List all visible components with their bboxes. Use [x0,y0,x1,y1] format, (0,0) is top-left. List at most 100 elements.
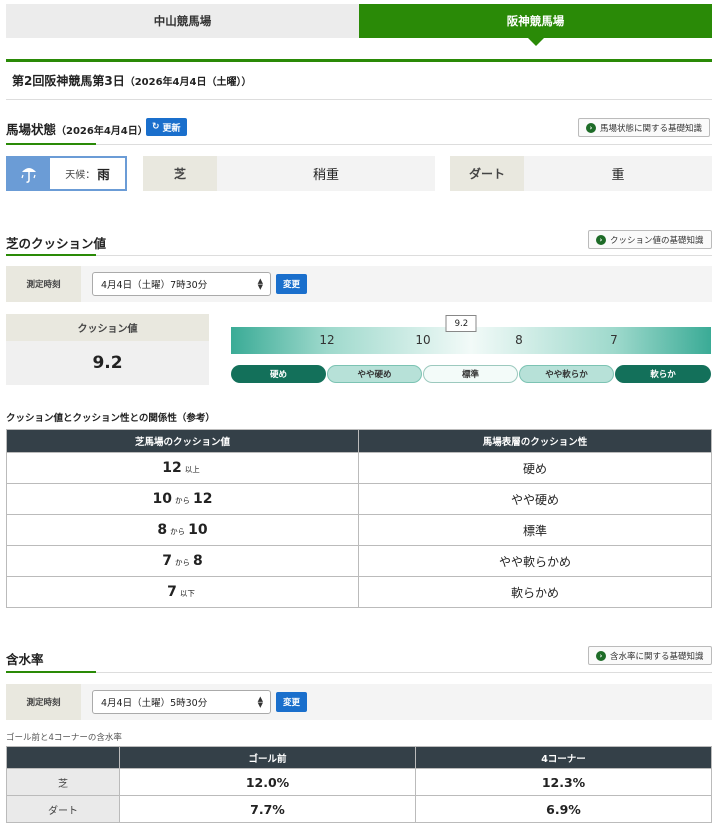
moisture-corner-cell: 6.9% [415,795,712,823]
table-row: 7 から 8 やや軟らかめ [6,545,712,577]
measure-time-label: 測定時刻 [6,684,81,720]
row-label-turf: 芝 [6,768,120,796]
chevron-right-icon: › [596,234,606,245]
section-underline [6,254,96,256]
cushion-range-cell: 7 から 8 [6,545,359,577]
range-sep: から [170,527,186,536]
section-underline [6,671,96,673]
cushion-change-button[interactable]: 変更 [276,274,308,294]
refresh-button[interactable]: ↻ 更新 [146,118,187,136]
table-header: 馬場表層のクッション性 [358,429,712,453]
moisture-table: ゴール前 4コーナー 芝 12.0% 12.3% ダート 7.7% 6.9% [6,746,712,823]
cushion-title: 芝のクッション値 [6,236,107,251]
reference-title: クッション値とクッション性との関係性（参考） [6,413,215,424]
cushion-knowledge-button[interactable]: › クッション値の基礎知識 [588,230,712,249]
dirt-condition-value: 重 [524,156,712,191]
dirt-label: ダート [450,156,524,191]
weather-text: 天候：雨 [50,158,125,189]
range-b: 10 [188,522,208,538]
range-a: 12 [162,460,182,476]
table-row: ダート 7.7% 6.9% [6,795,712,823]
category-pill-hard: 硬め [231,365,326,383]
cushion-property-cell: やや硬め [358,483,712,515]
cushion-value-box: クッション値 9.2 [6,314,209,385]
divider [6,144,712,145]
rain-icon [8,158,50,189]
range-b: 12 [193,491,213,507]
row-label-dirt: ダート [6,795,120,823]
refresh-icon: ↻ [152,122,160,132]
measure-time-label: 測定時刻 [6,266,81,302]
moisture-goal-cell: 7.7% [119,795,416,823]
scale-tick: 8 [515,333,523,347]
range-sep: から [175,496,190,505]
divider [6,99,712,100]
range-a: 7 [167,584,177,600]
table-row: 10 から 12 やや硬め [6,483,712,515]
scale-tick: 7 [610,333,618,347]
chevron-right-icon: › [596,650,606,661]
moisture-goal-cell: 12.0% [119,768,416,796]
cushion-knowledge-label: クッション値の基礎知識 [610,235,704,246]
cushion-time-value: 4月4日（土曜）7時30分 [101,280,208,291]
table-header: 4コーナー [415,746,712,769]
chevron-right-icon: › [586,122,596,133]
range-a: 7 [162,553,172,569]
table-row: 12 以上 硬め [6,452,712,484]
weather-label: 天候： [65,170,96,181]
moisture-time-select[interactable]: 4月4日（土曜）5時30分 ▲ ▼ [92,690,271,714]
moisture-knowledge-button[interactable]: › 含水率に関する基礎知識 [588,646,712,665]
reference-table: 芝馬場のクッション値 馬場表層のクッション性 12 以上 硬め 10 から 12 やや… [6,429,712,608]
moisture-corner-cell: 12.3% [415,768,712,796]
moisture-knowledge-label: 含水率に関する基礎知識 [610,651,704,662]
race-title-main: 第2回阪神競馬第3日 [12,74,125,88]
cushion-time-select[interactable]: 4月4日（土曜）7時30分 ▲ ▼ [92,272,271,296]
track-condition-date: （2026年4月4日） [56,126,148,137]
cushion-property-cell: 標準 [358,514,712,546]
weather-value: 雨 [97,167,110,182]
moisture-title: 含水率 [6,652,44,667]
track-knowledge-label: 馬場状態に関する基礎知識 [600,123,703,134]
cushion-scale-marker: 9.2 [445,315,477,332]
range-sep: から [175,558,190,567]
tab-underline [6,59,712,62]
cushion-property-cell: 軟らかめ [358,576,712,608]
category-pill-slightly-soft: やや軟らか [519,365,614,383]
cushion-value-label: クッション値 [6,314,209,341]
divider [6,255,712,256]
track-condition-heading: 馬場状態 [6,122,57,137]
cushion-measure-row: 測定時刻 4月4日（土曜）7時30分 ▲ ▼ 変更 [6,266,712,302]
turf-condition-value: 稍重 [217,156,435,191]
tab-nakayama[interactable]: 中山競馬場 [6,4,359,38]
table-header: 芝馬場のクッション値 [6,429,359,453]
scale-tick: 12 [319,333,335,347]
category-pill-soft: 軟らか [615,365,711,383]
tab-hanshin[interactable]: 阪神競馬場 [359,4,712,46]
section-underline [6,143,96,145]
moisture-measure-row: 測定時刻 4月4日（土曜）5時30分 ▲ ▼ 変更 [6,684,712,720]
range-a: 10 [152,491,172,507]
weather-box: 天候：雨 [6,156,127,191]
turf-label: 芝 [143,156,217,191]
cushion-property-cell: 硬め [358,452,712,484]
track-condition-title: 馬場状態（2026年4月4日） [6,119,148,138]
race-title-date: （2026年4月4日（土曜）） [124,77,252,88]
moisture-caption: ゴール前と4コーナーの含水率 [6,733,122,743]
scale-tick: 10 [415,333,431,347]
range-a: 8 [157,522,168,538]
cushion-range-cell: 12 以上 [6,452,359,484]
range-sep: 以上 [184,465,200,474]
moisture-change-button[interactable]: 変更 [276,692,308,712]
moisture-time-value: 4月4日（土曜）5時30分 [101,698,208,709]
table-row: 7 以下 軟らかめ [6,576,712,608]
track-knowledge-button[interactable]: › 馬場状態に関する基礎知識 [578,118,711,137]
range-b: 8 [193,553,203,569]
range-sep: 以下 [179,589,195,598]
category-pill-slightly-hard: やや硬め [327,365,422,383]
cushion-value: 9.2 [92,353,123,373]
race-title: 第2回阪神競馬第3日（2026年4月4日（土曜）） [12,72,251,89]
select-arrows-icon: ▲ ▼ [257,695,263,709]
refresh-label: 更新 [162,123,181,134]
table-row: 8 から 10 標準 [6,514,712,546]
table-header [6,746,120,769]
